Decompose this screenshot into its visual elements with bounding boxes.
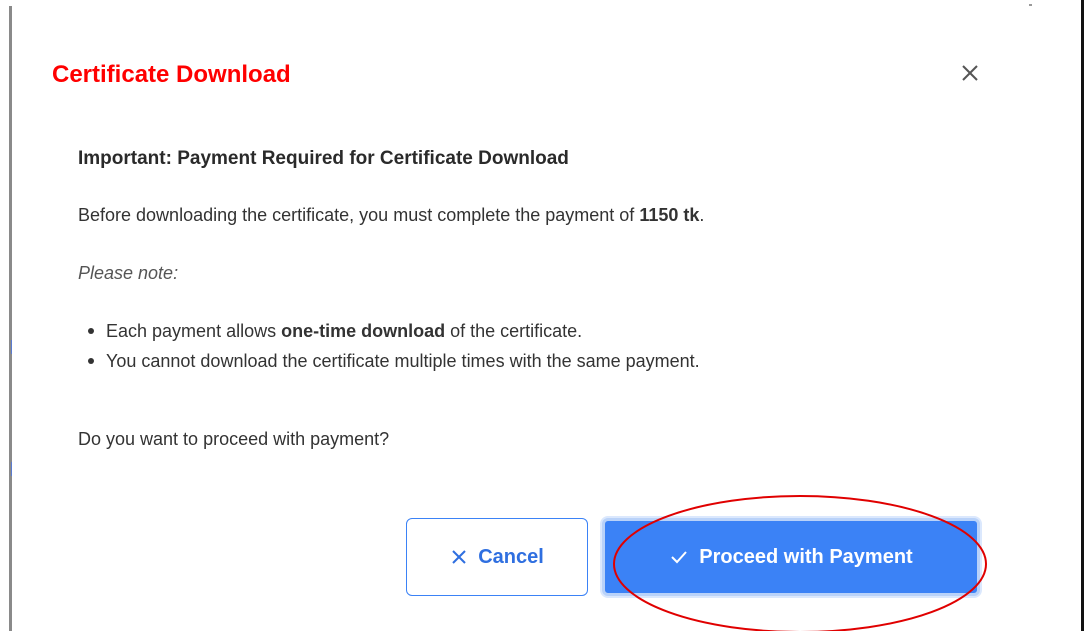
- bullet-prefix: Each payment allows: [106, 321, 282, 341]
- cancel-button[interactable]: Cancel: [406, 518, 588, 596]
- bullet-emphasis: one-time download: [281, 321, 446, 341]
- bullet-icon: [88, 328, 94, 334]
- proceed-label: Proceed with Payment: [699, 545, 913, 568]
- close-button[interactable]: [955, 58, 985, 88]
- bullet-suffix: of the certificate.: [445, 321, 583, 341]
- background-edge-right: [1081, 0, 1084, 631]
- check-icon: [671, 551, 688, 564]
- x-icon: [452, 550, 466, 564]
- payment-intro-text: Before downloading the certificate, you …: [78, 202, 704, 228]
- intro-suffix: .: [699, 205, 705, 225]
- proceed-with-payment-button[interactable]: Proceed with Payment: [602, 518, 980, 596]
- bullet-icon: [88, 358, 94, 364]
- bullet-text: You cannot download the certificate mult…: [106, 351, 700, 371]
- cancel-label: Cancel: [478, 545, 544, 568]
- certificate-download-dialog: Certificate Download Important: Payment …: [12, 6, 1032, 631]
- intro-prefix: Before downloading the certificate, you …: [78, 205, 640, 225]
- payment-amount: 1150 tk: [639, 205, 700, 225]
- note-label: Please note:: [78, 263, 179, 283]
- payment-notes-list: Each payment allows one-time download of…: [78, 316, 700, 376]
- dialog-title: Certificate Download: [52, 61, 291, 88]
- confirm-question: Do you want to proceed with payment?: [78, 429, 390, 449]
- dialog-body: Important: Payment Required for Certific…: [78, 144, 1008, 449]
- list-item: Each payment allows one-time download of…: [78, 316, 700, 346]
- payment-required-heading: Important: Payment Required for Certific…: [78, 148, 569, 169]
- list-item: You cannot download the certificate mult…: [78, 346, 700, 376]
- close-icon: [962, 65, 978, 81]
- page: Certificate Download Important: Payment …: [0, 0, 1088, 631]
